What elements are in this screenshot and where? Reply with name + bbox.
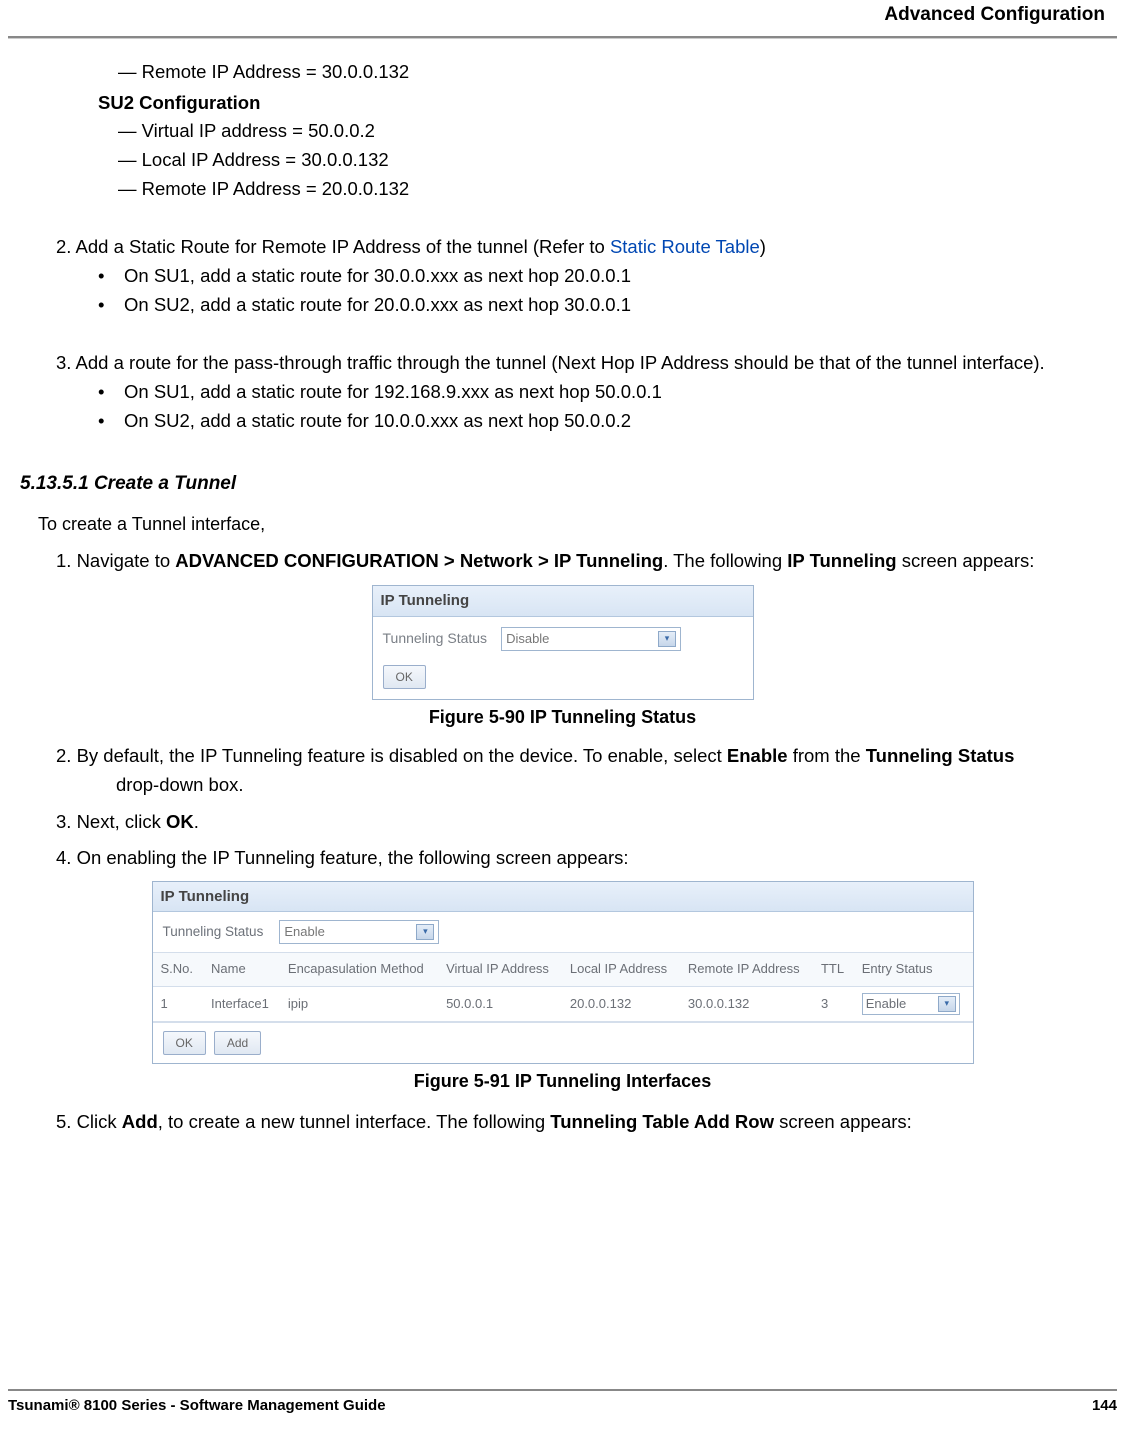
tunneling-status-label: Tunneling Status: [163, 922, 264, 943]
s2a: 2. By default, the IP Tunneling feature …: [56, 745, 727, 766]
s5d: Tunneling Table Add Row: [550, 1111, 774, 1132]
th-name: Name: [203, 953, 280, 986]
create-step-5: 5. Click Add, to create a new tunnel int…: [56, 1108, 1105, 1137]
su2-heading: SU2 Configuration: [98, 89, 1105, 118]
s3c: .: [194, 811, 199, 832]
section-heading-create-tunnel: 5.13.5.1 Create a Tunnel: [20, 469, 1105, 498]
td-lip: 20.0.0.132: [562, 986, 680, 1021]
step-2-text-b: ): [760, 236, 766, 257]
chevron-down-icon: ▾: [938, 996, 956, 1012]
th-ttl: TTL: [813, 953, 854, 986]
su2-virtual-line: Virtual IP address = 50.0.0.2: [118, 117, 1105, 146]
table-row: 1 Interface1 ipip 50.0.0.1 20.0.0.132 30…: [153, 986, 973, 1021]
s5e: screen appears:: [774, 1111, 912, 1132]
tunneling-interfaces-table: S.No. Name Encapasulation Method Virtual…: [153, 952, 973, 1021]
s1e: screen appears:: [897, 550, 1035, 571]
su2-local-line: Local IP Address = 30.0.0.132: [118, 146, 1105, 175]
s1c: . The following: [663, 550, 787, 571]
th-rip: Remote IP Address: [680, 953, 813, 986]
create-step-4: 4. On enabling the IP Tunneling feature,…: [56, 844, 1105, 873]
th-vip: Virtual IP Address: [438, 953, 562, 986]
s2e: drop-down box.: [116, 774, 244, 795]
create-step-2: 2. By default, the IP Tunneling feature …: [56, 742, 1105, 799]
tunneling-status-label: Tunneling Status: [383, 628, 488, 650]
tunneling-status-value: Enable: [284, 922, 324, 942]
s1d: IP Tunneling: [787, 550, 896, 571]
step3-bullet1: On SU1, add a static route for 192.168.9…: [124, 378, 662, 407]
create-step-1: 1. Navigate to ADVANCED CONFIGURATION > …: [56, 547, 1105, 576]
td-name: Interface1: [203, 986, 280, 1021]
s1a: 1. Navigate to: [56, 550, 175, 571]
s3a: 3. Next, click: [56, 811, 166, 832]
ok-button[interactable]: OK: [383, 665, 426, 690]
step-2: 2. Add a Static Route for Remote IP Addr…: [56, 233, 1105, 262]
chevron-down-icon: ▾: [658, 631, 676, 647]
td-vip: 50.0.0.1: [438, 986, 562, 1021]
nav-path: ADVANCED CONFIGURATION > Network > IP Tu…: [175, 550, 663, 571]
figure-5-91-caption: Figure 5-91 IP Tunneling Interfaces: [20, 1068, 1105, 1096]
step-3: 3. Add a route for the pass-through traf…: [56, 349, 1105, 378]
entry-status-value: Enable: [866, 994, 906, 1014]
step2-bullet1: On SU1, add a static route for 30.0.0.xx…: [124, 262, 631, 291]
figure-5-90-caption: Figure 5-90 IP Tunneling Status: [20, 704, 1105, 732]
static-route-table-link[interactable]: Static Route Table: [610, 236, 760, 257]
figure-ip-tunneling-interfaces-panel: IP Tunneling Tunneling Status Enable ▾ S…: [152, 881, 974, 1064]
th-encap: Encapasulation Method: [280, 953, 438, 986]
bullet-dot: •: [98, 378, 124, 407]
s2d: Tunneling Status: [866, 745, 1015, 766]
td-encap: ipip: [280, 986, 438, 1021]
footer-left: Tsunami® 8100 Series - Software Manageme…: [8, 1397, 386, 1414]
entry-status-select[interactable]: Enable ▾: [862, 993, 960, 1015]
panel-title: IP Tunneling: [373, 586, 753, 616]
page-header-title: Advanced Configuration: [884, 4, 1105, 26]
bullet-dot: •: [98, 407, 124, 436]
figure-ip-tunneling-status-panel: IP Tunneling Tunneling Status Disable ▾ …: [372, 585, 754, 700]
step3-bullet2: On SU2, add a static route for 10.0.0.xx…: [124, 407, 631, 436]
td-ttl: 3: [813, 986, 854, 1021]
header-rule: [8, 36, 1117, 39]
chevron-down-icon: ▾: [416, 924, 434, 940]
section-intro: To create a Tunnel interface,: [38, 511, 1105, 539]
step2-bullet2: On SU2, add a static route for 20.0.0.xx…: [124, 291, 631, 320]
th-entry: Entry Status: [854, 953, 973, 986]
step-2-text-a: 2. Add a Static Route for Remote IP Addr…: [56, 236, 610, 257]
su2-remote-line: Remote IP Address = 20.0.0.132: [118, 175, 1105, 204]
tunneling-status-select[interactable]: Enable ▾: [279, 920, 439, 944]
s2c: from the: [788, 745, 866, 766]
td-entry: Enable ▾: [854, 986, 973, 1021]
th-lip: Local IP Address: [562, 953, 680, 986]
page-footer: Tsunami® 8100 Series - Software Manageme…: [8, 1389, 1117, 1414]
tunneling-status-value: Disable: [506, 629, 549, 649]
td-sno: 1: [153, 986, 204, 1021]
s5b: Add: [122, 1111, 158, 1132]
add-button[interactable]: Add: [214, 1031, 261, 1056]
td-rip: 30.0.0.132: [680, 986, 813, 1021]
page-number: 144: [1092, 1397, 1117, 1414]
ok-button[interactable]: OK: [163, 1031, 206, 1056]
su1-remote-line: Remote IP Address = 30.0.0.132: [118, 58, 1105, 87]
bullet-dot: •: [98, 291, 124, 320]
tunneling-status-select[interactable]: Disable ▾: [501, 627, 681, 651]
s5a: 5. Click: [56, 1111, 122, 1132]
panel-title: IP Tunneling: [153, 882, 973, 912]
s2b: Enable: [727, 745, 788, 766]
s5c: , to create a new tunnel interface. The …: [158, 1111, 551, 1132]
th-sno: S.No.: [153, 953, 204, 986]
create-step-3: 3. Next, click OK.: [56, 808, 1105, 837]
bullet-dot: •: [98, 262, 124, 291]
s3b: OK: [166, 811, 194, 832]
